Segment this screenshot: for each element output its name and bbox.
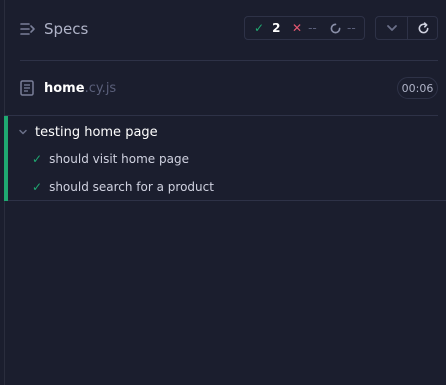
check-icon: ✓ bbox=[32, 180, 43, 194]
header-divider bbox=[20, 60, 438, 61]
test-label: should search for a product bbox=[49, 180, 214, 194]
chevron-down-icon bbox=[19, 129, 27, 135]
failed-stat: ✕ -- bbox=[292, 21, 317, 35]
passed-count: 2 bbox=[272, 21, 281, 35]
test-stats: ✓ 2 ✕ -- -- bbox=[244, 16, 365, 40]
collapse-all-button[interactable] bbox=[376, 17, 407, 39]
specs-title: Specs bbox=[44, 20, 89, 38]
duration-badge: 00:06 bbox=[397, 77, 438, 99]
refresh-icon bbox=[418, 21, 429, 33]
spec-file-base: home bbox=[44, 81, 85, 96]
check-icon: ✓ bbox=[254, 21, 265, 35]
test-row[interactable]: ✓ should visit home page bbox=[32, 149, 189, 169]
passed-stat: ✓ 2 bbox=[254, 21, 280, 35]
specs-list-icon bbox=[20, 23, 35, 35]
pending-count: -- bbox=[347, 21, 356, 35]
suite-status-bar bbox=[4, 116, 8, 201]
spec-file-name: home.cy.js bbox=[44, 81, 116, 96]
test-row[interactable]: ✓ should search for a product bbox=[32, 177, 214, 197]
reporter-panel: Specs ✓ 2 ✕ -- -- home.cy.js 00:06 testi… bbox=[0, 0, 446, 385]
document-icon bbox=[20, 80, 34, 96]
check-icon: ✓ bbox=[32, 152, 43, 166]
chevron-down-icon bbox=[386, 25, 397, 31]
test-suite: testing home page ✓ should visit home pa… bbox=[4, 116, 446, 201]
rerun-button[interactable] bbox=[408, 17, 439, 39]
runner-controls bbox=[375, 16, 438, 40]
pending-stat: -- bbox=[330, 21, 356, 35]
spec-file-extension: .cy.js bbox=[84, 81, 117, 96]
failed-count: -- bbox=[308, 21, 317, 35]
suite-title: testing home page bbox=[35, 124, 158, 140]
x-icon: ✕ bbox=[292, 21, 303, 35]
suite-header[interactable]: testing home page bbox=[18, 122, 158, 142]
spinner-icon bbox=[330, 23, 341, 33]
specs-header: Specs ✓ 2 ✕ -- -- bbox=[20, 16, 438, 44]
spec-file-row[interactable]: home.cy.js 00:06 bbox=[20, 77, 438, 101]
test-label: should visit home page bbox=[49, 152, 189, 166]
